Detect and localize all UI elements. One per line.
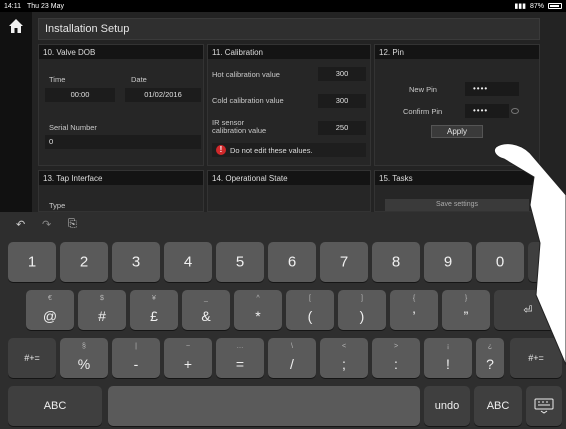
key-plus[interactable]: ~ + (164, 338, 212, 378)
panel-title: 13. Tap Interface (39, 171, 203, 185)
key-exclamation[interactable]: ¡! (424, 338, 472, 378)
warning-text: Do not edit these values. (230, 145, 313, 155)
page-title: Installation Setup (45, 23, 130, 35)
new-pin-label: New Pin (409, 85, 437, 94)
new-pin-field[interactable]: •••• (465, 82, 519, 96)
pointing-hand-illustration (493, 143, 566, 365)
key-1[interactable]: 1 (8, 242, 56, 282)
key-left-paren[interactable]: [( (286, 290, 334, 330)
keyboard-dismiss-icon (534, 398, 554, 414)
key-2[interactable]: 2 (60, 242, 108, 282)
sidebar (0, 12, 32, 212)
key-semicolon[interactable]: <; (320, 338, 368, 378)
alert-icon: ! (216, 145, 226, 155)
serial-field[interactable]: 0 (45, 135, 201, 149)
operational-state-panel: 14. Operational State (207, 170, 371, 212)
hot-calibration-field[interactable]: 300 (318, 67, 366, 81)
app-area: Installation Setup 10. Valve DOB Time 00… (0, 12, 566, 212)
signal-icon: ▮▮▮ (514, 3, 526, 10)
key-right-paren[interactable]: ]) (338, 290, 386, 330)
cold-calibration-label: Cold calibration value (212, 96, 284, 105)
valve-dob-panel: 10. Valve DOB Time 00:00 Date 01/02/2016… (38, 44, 204, 166)
battery-icon (548, 3, 562, 9)
key-ampersand[interactable]: _ & (182, 290, 230, 330)
key-slash[interactable]: \ / (268, 338, 316, 378)
page-header: Installation Setup (38, 18, 540, 40)
battery-percent: 87% (529, 2, 544, 10)
date-label: Date (131, 75, 147, 84)
undo-icon[interactable]: ↶ (16, 218, 25, 231)
tap-interface-panel: 13. Tap Interface Type (38, 170, 204, 212)
key-abc-right[interactable]: ABC (474, 386, 522, 426)
panel-title: 10. Valve DOB (39, 45, 203, 59)
key-at[interactable]: € @ (26, 290, 74, 330)
cold-calibration-field[interactable]: 300 (318, 94, 366, 108)
status-time: 14:11 (4, 2, 21, 10)
type-label: Type (49, 201, 66, 210)
panel-title: 14. Operational State (208, 171, 370, 185)
date-field[interactable]: 01/02/2016 (125, 88, 201, 102)
apply-button[interactable]: Apply (431, 125, 483, 138)
confirm-pin-label: Confirm Pin (403, 107, 443, 116)
key-6[interactable]: 6 (268, 242, 316, 282)
key-minus[interactable]: | - (112, 338, 160, 378)
ir-calibration-label-2: calibration value (212, 126, 267, 135)
calibration-warning: ! Do not edit these values. (212, 143, 366, 157)
confirm-pin-field[interactable]: •••• (465, 104, 509, 118)
key-9[interactable]: 9 (424, 242, 472, 282)
key-7[interactable]: 7 (320, 242, 368, 282)
key-hash[interactable]: $ # (78, 290, 126, 330)
hot-calibration-label: Hot calibration value (212, 70, 280, 79)
key-abc-left[interactable]: ABC (8, 386, 102, 426)
key-undo[interactable]: undo (424, 386, 470, 426)
key-more-symbols-left[interactable]: #+= (8, 338, 56, 378)
key-apostrophe[interactable]: {’ (390, 290, 438, 330)
status-date: Thu 23 May (27, 2, 64, 10)
key-pound[interactable]: ¥ £ (130, 290, 178, 330)
panel-title: 12. Pin (375, 45, 539, 59)
home-icon[interactable] (8, 18, 24, 34)
ir-calibration-field[interactable]: 250 (318, 121, 366, 135)
key-equals[interactable]: … = (216, 338, 264, 378)
time-field[interactable]: 00:00 (45, 88, 115, 102)
panel-title: 11. Calibration (208, 45, 370, 59)
key-space[interactable] (108, 386, 420, 426)
key-8[interactable]: 8 (372, 242, 420, 282)
redo-icon[interactable]: ↷ (42, 218, 51, 231)
key-4[interactable]: 4 (164, 242, 212, 282)
keyboard-toolbar: ↶ ↷ ⎘ (0, 212, 566, 234)
time-label: Time (49, 75, 66, 84)
key-quote[interactable]: }” (442, 290, 490, 330)
status-bar: 14:11 Thu 23 May ▮▮▮ 87% (0, 0, 566, 12)
calibration-panel: 11. Calibration Hot calibration value 30… (207, 44, 371, 166)
key-colon[interactable]: >: (372, 338, 420, 378)
eye-icon[interactable] (511, 108, 519, 114)
key-3[interactable]: 3 (112, 242, 160, 282)
key-dismiss-keyboard[interactable] (526, 386, 562, 426)
key-5[interactable]: 5 (216, 242, 264, 282)
on-screen-keyboard: ↶ ↷ ⎘ 1 2 3 4 5 6 7 8 9 0 € @ $ # ¥ £ _ & ^ *… (0, 212, 566, 429)
key-percent[interactable]: §% (60, 338, 108, 378)
key-asterisk[interactable]: ^ * (234, 290, 282, 330)
paste-icon[interactable]: ⎘ (68, 218, 77, 231)
serial-label: Serial Number (49, 123, 97, 132)
